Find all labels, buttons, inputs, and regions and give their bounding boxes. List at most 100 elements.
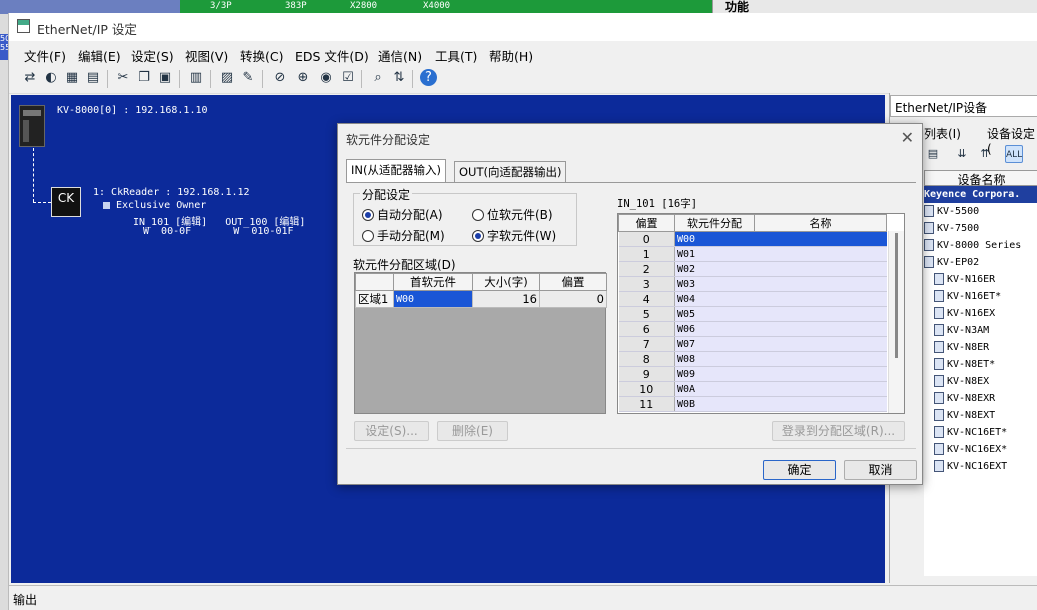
area-start-cell[interactable]: W00 [393,290,473,308]
name-cell[interactable] [754,231,887,247]
edit-icon[interactable]: ✎ [239,69,257,87]
device-cell[interactable]: W08 [674,351,755,367]
device-row[interactable]: KV-N16EX [924,305,1037,322]
name-cell[interactable] [754,351,887,367]
menu-help[interactable]: 帮助(H) [489,46,533,65]
name-cell[interactable] [754,306,887,322]
device-icon[interactable]: ▥ [187,69,205,87]
device-row[interactable]: KV-7500 [924,220,1037,237]
name-cell[interactable] [754,291,887,307]
paste-icon[interactable]: ▣ [156,69,174,87]
device-row[interactable]: KV-NC16ET* [924,424,1037,441]
device-row[interactable]: KV-5500 [924,203,1037,220]
table-row[interactable]: 7 W07 [618,336,887,352]
table-row[interactable]: 11 W0B [618,396,887,412]
help-icon[interactable]: ? [420,69,437,86]
connection-type-toggle[interactable]: Exclusive Owner [103,200,206,211]
monitor-icon[interactable]: ◐ [42,69,60,87]
device-row[interactable]: KV-N3AM [924,322,1037,339]
menu-file[interactable]: 文件(F) [24,46,66,65]
check-icon[interactable]: ☑ [339,69,357,87]
device-row[interactable]: KV-EP02 [924,254,1037,271]
transfer-icon[interactable]: ▨ [218,69,236,87]
area-header-size[interactable]: 大小(字) [472,273,540,291]
device-row[interactable]: KV-N16ET* [924,288,1037,305]
sort-asc-icon[interactable]: ⇊ [953,145,971,163]
name-cell[interactable] [754,366,887,382]
area-header-start[interactable]: 首软元件 [393,273,473,291]
list-header-name[interactable]: 名称 [754,214,887,232]
eds-register-icon[interactable]: ⊕ [294,69,312,87]
menu-convert[interactable]: 转换(C) [240,46,283,65]
table-row[interactable]: 0 W00 [618,231,887,247]
list-scrollbar[interactable] [888,231,904,413]
device-name-header[interactable]: 设备名称 [924,170,1037,187]
device-cell[interactable]: W0A [674,381,755,397]
device-cell[interactable]: W01 [674,246,755,262]
search-icon[interactable]: ⌕ [369,69,387,87]
cut-icon[interactable]: ✂ [114,69,132,87]
eds-icon[interactable]: ◉ [317,69,335,87]
connect-icon[interactable]: ⇄ [21,69,39,87]
compare-icon[interactable]: ▤ [84,69,102,87]
menu-edit[interactable]: 编辑(E) [78,46,121,65]
name-cell[interactable] [754,321,887,337]
radio-word-device[interactable]: 字软元件(W) [472,227,556,244]
table-row[interactable]: 9 W09 [618,366,887,382]
table-row[interactable]: 10 W0A [618,381,887,397]
tab-out[interactable]: OUT(向适配器输出) [454,161,567,182]
device-row[interactable]: KV-N8EXR [924,390,1037,407]
name-cell[interactable] [754,336,887,352]
ok-button[interactable]: 确定 [763,460,836,480]
table-row[interactable]: 6 W06 [618,321,887,337]
close-icon[interactable]: ✕ [901,128,914,147]
device-row[interactable]: KV-N8ET* [924,356,1037,373]
menu-comm[interactable]: 通信(N) [378,46,422,65]
disabled-icon[interactable]: ⊘ [271,69,289,87]
area-offset-cell[interactable]: 0 [539,290,607,308]
device-row[interactable]: KV-NC16EXT [924,458,1037,475]
radio-auto-assign[interactable]: 自动分配(A) [362,206,443,223]
table-row[interactable]: 1 W01 [618,246,887,262]
plc-icon[interactable] [19,105,45,147]
table-row[interactable]: 3 W03 [618,276,887,292]
cancel-button[interactable]: 取消 [844,460,917,480]
table-row[interactable]: 5 W05 [618,306,887,322]
menu-view[interactable]: 视图(V) [185,46,228,65]
set-button[interactable]: 设定(S)... [354,421,429,441]
area-size-cell[interactable]: 16 [472,290,540,308]
radio-bit-device[interactable]: 位软元件(B) [472,206,553,223]
table-row[interactable]: 4 W04 [618,291,887,307]
copy-icon[interactable]: ❐ [135,69,153,87]
device-cell[interactable]: W09 [674,366,755,382]
device-row[interactable]: KV-N16ER [924,271,1037,288]
tree-icon[interactable]: ▤ [924,145,942,163]
table-row[interactable]: 2 W02 [618,261,887,277]
device-row[interactable]: KV-N8EXT [924,407,1037,424]
device-row[interactable]: KV-8000 Series [924,237,1037,254]
device-cell[interactable]: W0B [674,396,755,412]
device-cell[interactable]: W02 [674,261,755,277]
delete-button[interactable]: 删除(E) [437,421,508,441]
tab-in[interactable]: IN(从适配器输入) [346,159,446,182]
device-cell[interactable]: W00 [674,231,755,247]
sort-desc-icon[interactable]: ⇈ [976,145,994,163]
menu-tools[interactable]: 工具(T) [435,46,477,65]
table-row[interactable]: 区域1 W00 16 0 [355,290,607,308]
device-cell[interactable]: W05 [674,306,755,322]
ckreader-device-icon[interactable]: CK [51,187,81,217]
menu-settings[interactable]: 设定(S) [131,46,174,65]
list-header-offset[interactable]: 偏置 [618,214,675,232]
sort-icon[interactable]: ⇅ [390,69,408,87]
list-header-device[interactable]: 软元件分配 [674,214,755,232]
all-icon[interactable]: ALL [1005,145,1023,163]
tab-list[interactable]: 列表(I) [924,125,961,142]
device-cell[interactable]: W07 [674,336,755,352]
device-cell[interactable]: W04 [674,291,755,307]
name-cell[interactable] [754,276,887,292]
name-cell[interactable] [754,381,887,397]
device-row[interactable]: KV-NC16EX* [924,441,1037,458]
radio-manual-assign[interactable]: 手动分配(M) [362,227,445,244]
name-cell[interactable] [754,261,887,277]
title-bar[interactable]: EtherNet/IP 设定 [9,13,1037,41]
